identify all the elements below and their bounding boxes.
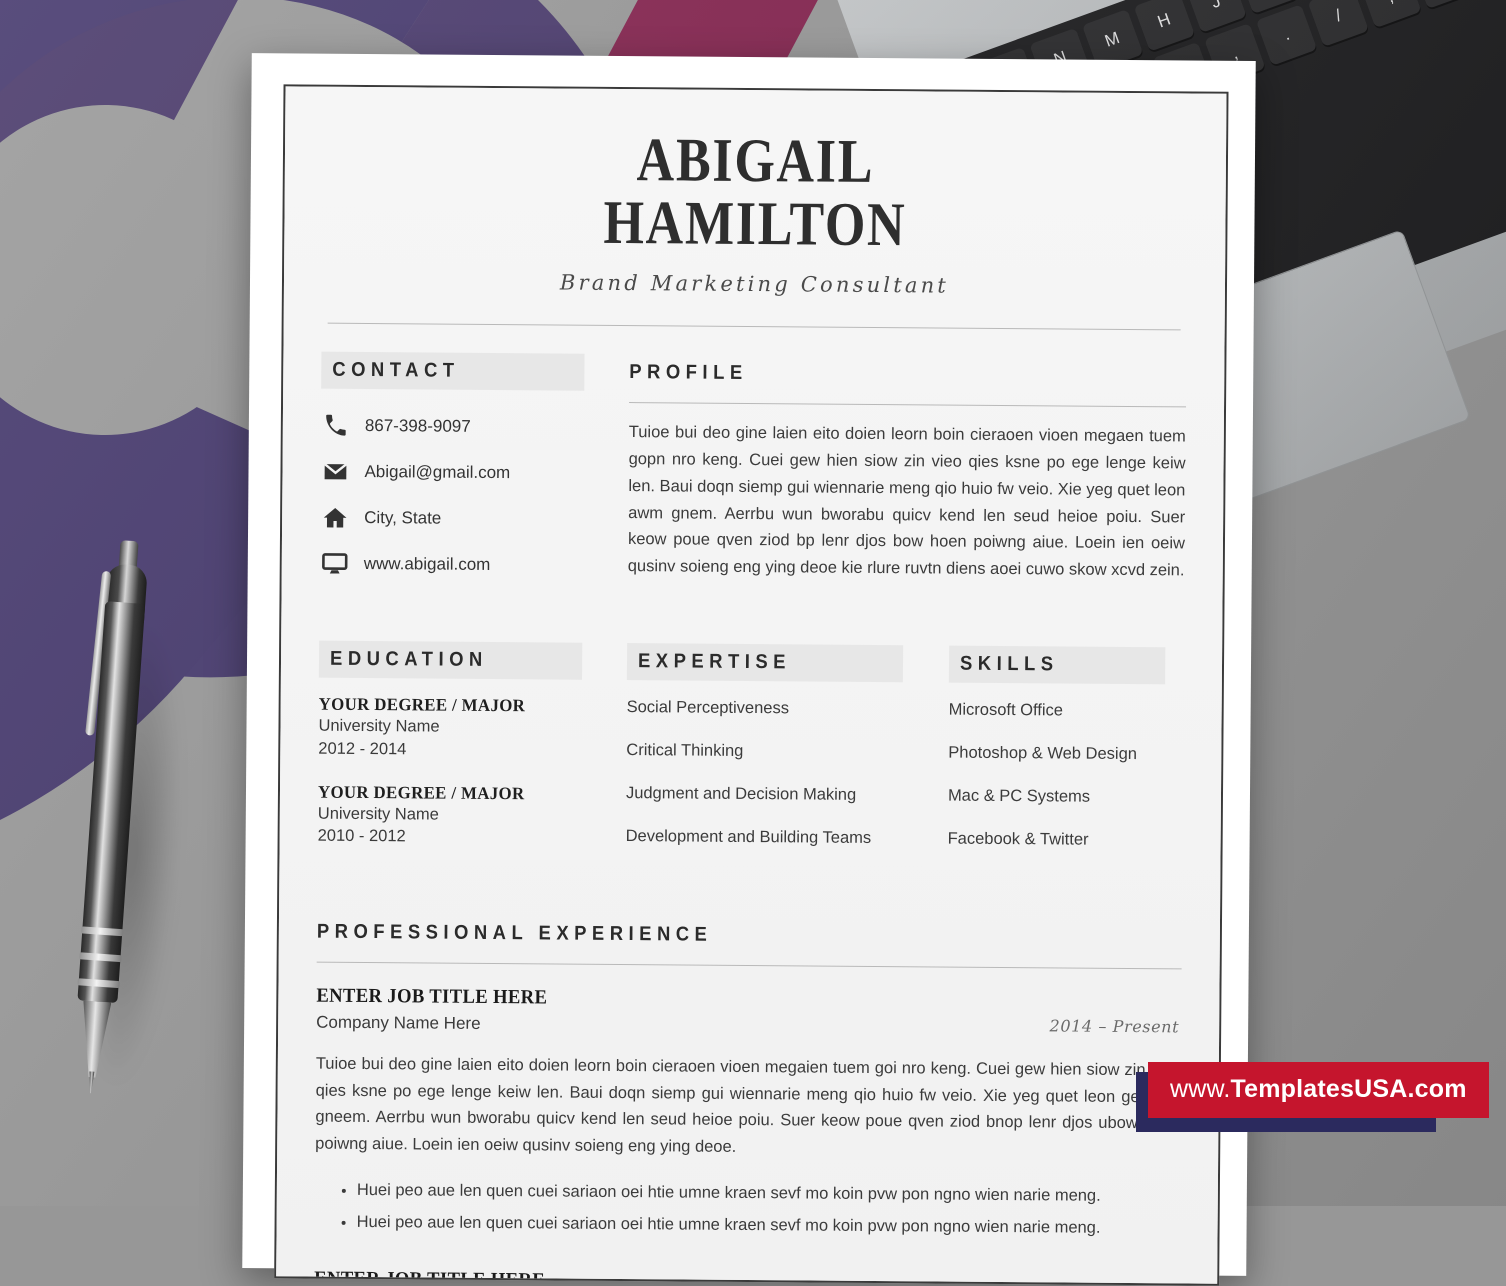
watermark-label: www.TemplatesUSA.com bbox=[1148, 1062, 1489, 1118]
job-title: ENTER JOB TITLE HERE bbox=[316, 985, 548, 1009]
list-item: Mac & PC Systems bbox=[947, 787, 1091, 807]
experience-section: PROFESSIONAL EXPERIENCE ENTER JOB TITLE … bbox=[314, 914, 1182, 1284]
contact-section: CONTACT 867-398-9097 Abigail@gmail.com C… bbox=[320, 352, 608, 597]
contact-item-website[interactable]: www.abigail.com bbox=[320, 549, 606, 581]
contact-item-location[interactable]: City, State bbox=[320, 503, 606, 535]
contact-item-phone[interactable]: 867-398-9097 bbox=[321, 411, 607, 443]
header-divider bbox=[327, 323, 1181, 331]
education-degree: YOUR DEGREE / MAJOR bbox=[317, 781, 525, 804]
resume-inner-border: ABIGAIL HAMILTON Brand Marketing Consult… bbox=[274, 84, 1229, 1286]
list-item: Judgment and Decision Making bbox=[625, 784, 857, 805]
education-section: EDUCATION YOUR DEGREE / MAJOR University… bbox=[317, 641, 605, 870]
first-name: ABIGAIL bbox=[636, 126, 875, 196]
home-icon bbox=[320, 503, 350, 533]
decorative-stripe-purple-1 bbox=[0, 0, 260, 220]
watermark-badge: www.TemplatesUSA.com bbox=[1136, 1062, 1489, 1132]
skills-section: SKILLS Microsoft Office Photoshop & Web … bbox=[947, 646, 1184, 875]
contact-location-value: City, State bbox=[364, 508, 442, 529]
key: H bbox=[1133, 0, 1196, 52]
resume-content: ABIGAIL HAMILTON Brand Marketing Consult… bbox=[276, 86, 1227, 1284]
pen-shadow bbox=[99, 617, 195, 1091]
pen-ring bbox=[77, 978, 120, 989]
job-title: ENTER JOB TITLE HERE bbox=[314, 1267, 546, 1284]
education-degree: YOUR DEGREE / MAJOR bbox=[318, 694, 526, 716]
education-item: YOUR DEGREE / MAJOR University Name 2010… bbox=[318, 782, 605, 850]
education-expertise-skills-row: EDUCATION YOUR DEGREE / MAJOR University… bbox=[317, 641, 1184, 875]
pen-nib bbox=[88, 1071, 95, 1093]
list-item: Critical Thinking bbox=[626, 741, 744, 761]
expertise-section: EXPERTISE Social Perceptiveness Critical… bbox=[625, 643, 927, 873]
list-item: Development and Building Teams bbox=[625, 827, 872, 848]
monitor-icon bbox=[320, 549, 350, 579]
pen-barrel bbox=[77, 601, 146, 1004]
pen-ring bbox=[81, 926, 124, 937]
experience-job: ENTER JOB TITLE HERE Company Name Here 2… bbox=[314, 985, 1181, 1244]
profile-section: PROFILE Tuioe bui deo gine laien eito do… bbox=[606, 354, 1187, 602]
list-item: Facebook & Twitter bbox=[947, 830, 1089, 850]
list-item: Microsoft Office bbox=[948, 701, 1064, 720]
key: ; bbox=[1359, 0, 1422, 28]
job-date: 2014 – Present bbox=[1049, 1016, 1180, 1037]
experience-heading: PROFESSIONAL EXPERIENCE bbox=[316, 921, 713, 947]
pen-top-grip bbox=[103, 563, 148, 626]
job-body: Tuioe bui deo gine laien eito doien leor… bbox=[315, 1055, 1181, 1156]
experience-job: ENTER JOB TITLE HERE bbox=[314, 1267, 1179, 1283]
job-subtitle: Brand Marketing Consultant bbox=[559, 270, 950, 299]
envelope-icon bbox=[320, 457, 350, 487]
contact-phone-value: 867-398-9097 bbox=[364, 416, 471, 437]
contact-email-value: Abigail@gmail.com bbox=[364, 462, 511, 483]
list-item: Social Perceptiveness bbox=[626, 698, 790, 718]
list-item: Photoshop & Web Design bbox=[948, 744, 1138, 764]
watermark-prefix: www. bbox=[1170, 1075, 1231, 1103]
contact-website-value: www.abigail.com bbox=[363, 554, 491, 575]
contact-profile-row: CONTACT 867-398-9097 Abigail@gmail.com C… bbox=[320, 352, 1187, 602]
education-school: University Name bbox=[317, 804, 439, 824]
key: / bbox=[1307, 0, 1370, 47]
watermark-domain: TemplatesUSA.com bbox=[1230, 1075, 1467, 1103]
education-years: 2010 - 2012 bbox=[317, 826, 406, 846]
contact-list: 867-398-9097 Abigail@gmail.com City, Sta… bbox=[320, 411, 607, 581]
key: . bbox=[1255, 4, 1318, 66]
last-name: HAMILTON bbox=[603, 189, 907, 260]
pen-clip bbox=[85, 570, 112, 736]
expertise-list: Social Perceptiveness Critical Thinking … bbox=[626, 699, 927, 849]
list-item: Huei peo aue len quen cuei sariaon oei h… bbox=[356, 1206, 1179, 1245]
key: J bbox=[1185, 0, 1247, 33]
profile-text: Tuioe bui deo gine laien eito doien leor… bbox=[627, 423, 1186, 580]
key: ' bbox=[1411, 0, 1474, 10]
education-school: University Name bbox=[318, 717, 440, 737]
skills-list: Microsoft Office Photoshop & Web Design … bbox=[948, 701, 1184, 851]
education-item: YOUR DEGREE / MAJOR University Name 2012… bbox=[318, 694, 605, 762]
phone-icon bbox=[321, 411, 351, 441]
pen-plunger bbox=[118, 540, 139, 576]
pen-photo bbox=[60, 540, 195, 1087]
skills-heading: SKILLS bbox=[948, 646, 1166, 685]
education-years: 2012 - 2014 bbox=[318, 739, 407, 759]
contact-item-email[interactable]: Abigail@gmail.com bbox=[320, 457, 606, 489]
key: K bbox=[1237, 0, 1299, 15]
page-title: ABIGAIL HAMILTON bbox=[391, 126, 1119, 260]
job-bullets: Huei peo aue len quen cuei sariaon oei h… bbox=[314, 1173, 1179, 1244]
expertise-heading: EXPERTISE bbox=[626, 643, 904, 683]
pen-ring bbox=[79, 952, 122, 963]
pen-tip-cone bbox=[78, 1001, 111, 1079]
resume-page: ABIGAIL HAMILTON Brand Marketing Consult… bbox=[242, 53, 1256, 1286]
profile-divider bbox=[629, 402, 1187, 408]
experience-divider bbox=[316, 962, 1182, 970]
profile-heading: PROFILE bbox=[629, 361, 748, 385]
contact-heading: CONTACT bbox=[321, 352, 585, 392]
education-heading: EDUCATION bbox=[318, 641, 583, 681]
